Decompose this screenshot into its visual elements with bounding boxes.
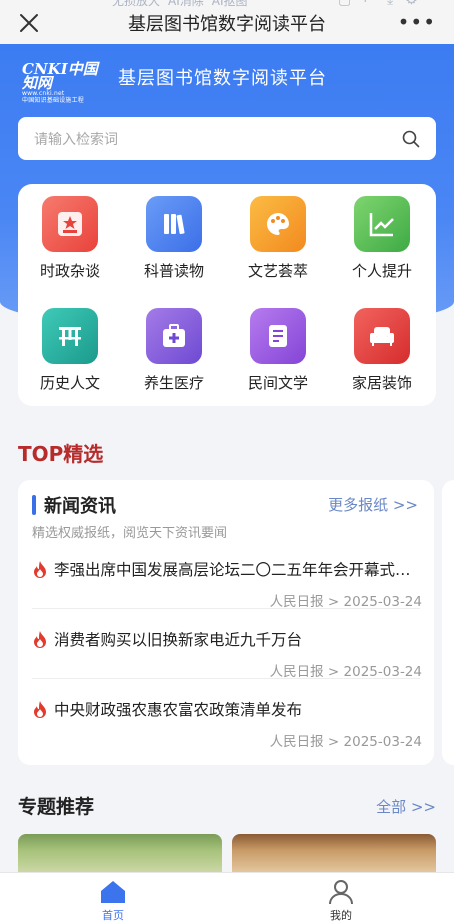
palette-icon [250,196,306,252]
nav-mine[interactable]: 我的 [311,879,371,923]
news-headline: 中央财政强农惠农富农政策清单发布 [54,701,303,719]
crop-icon[interactable]: ⌐ [363,0,375,8]
category-label: 科普读物 [143,262,204,280]
next-card-peek[interactable] [442,480,454,765]
category-label: 时政杂谈 [39,262,100,280]
category-label: 民间文学 [247,374,308,392]
more-newspapers-link[interactable]: 更多报纸 >> [328,494,418,515]
document-icon [250,308,306,364]
medkit-icon [146,308,202,364]
divider [32,678,420,679]
news-item[interactable]: 李强出席中国发展高层论坛二〇二五年年会开幕式并发表主旨演讲 人民日报 > 202… [32,558,422,610]
topic-thumbnail[interactable] [18,834,222,874]
overlay-mini-icons: ▢ ⌐ ⤓ ⚙ [338,0,418,8]
category-label: 文艺荟萃 [247,262,308,280]
politics-icon [42,196,98,252]
logo-url: www.cnki.net [22,90,65,97]
news-headline: 李强出席中国发展高层论坛二〇二五年年会开幕式并发表主旨演讲 [54,561,414,579]
news-meta: 人民日报 > 2025-03-24 [269,594,422,610]
pavilion-icon [42,308,98,364]
logo-main: CNKI中国知网 [22,60,98,92]
news-card-header: 新闻资讯 [32,492,116,518]
news-headline: 消费者购买以旧换新家电近九千万台 [54,631,303,649]
growth-chart-icon [354,196,410,252]
fire-icon [34,561,46,578]
tool-ai-erase[interactable]: AI消除 [168,0,204,9]
search-icon[interactable] [402,130,420,148]
category-home-decor[interactable]: 家居装饰 [332,308,432,408]
category-grid: 时政杂谈 科普读物 文艺荟萃 个人提升 历史人文 养生医疗 民间文学 家居装饰 [18,184,436,406]
topic-section-title: 专题推荐 [18,796,95,818]
news-item[interactable]: 中央财政强农惠农富农政策清单发布 人民日报 > 2025-03-24 [32,698,422,750]
category-label: 养生医疗 [143,374,204,392]
news-meta: 人民日报 > 2025-03-24 [269,664,422,680]
category-history[interactable]: 历史人文 [20,308,120,408]
search-placeholder: 请输入检索词 [34,131,118,148]
platform-title: 基层图书馆数字阅读平台 [118,68,327,89]
category-politics[interactable]: 时政杂谈 [20,196,120,296]
books-icon [146,196,202,252]
tool-ai-cutout[interactable]: AI抠图 [212,0,248,9]
nav-home-label: 首页 [102,909,124,922]
sofa-icon [354,308,410,364]
nav-mine-label: 我的 [330,909,352,922]
news-item[interactable]: 消费者购买以旧换新家电近九千万台 人民日报 > 2025-03-24 [32,628,422,680]
category-label: 历史人文 [39,374,100,392]
news-meta: 人民日报 > 2025-03-24 [269,734,422,750]
tool-upscale[interactable]: 无损放大 [112,0,160,9]
fire-icon [34,631,46,648]
divider [32,608,420,609]
news-card-subtitle: 精选权威报纸，阅览天下资讯要闻 [32,526,228,541]
top-section-title: TOP精选 [18,442,104,466]
category-label: 个人提升 [351,262,412,280]
cnki-logo: CNKI中国知网 www.cnki.net 中国知识基础设施工程 [22,60,98,105]
logo-sub: 中国知识基础设施工程 [22,97,85,104]
bottom-nav: 首页 我的 [0,872,454,923]
category-self-improve[interactable]: 个人提升 [332,196,432,296]
category-health[interactable]: 养生医疗 [124,308,224,408]
category-folk-literature[interactable]: 民间文学 [228,308,328,408]
category-arts[interactable]: 文艺荟萃 [228,196,328,296]
title-accent-bar [32,495,36,515]
news-card-title: 新闻资讯 [44,496,116,517]
download-icon[interactable]: ⤓ [387,0,393,8]
search-input[interactable]: 请输入检索词 [18,117,436,160]
page-title: 基层图书馆数字阅读平台 [128,14,326,35]
category-science[interactable]: 科普读物 [124,196,224,296]
browser-toolbar: 无损放大 AI消除 AI抠图 ▢ ⌐ ⤓ ⚙ 基层图书馆数字阅读平台 ••• [0,0,454,44]
topic-thumbnail[interactable] [232,834,436,874]
overlay-tools: 无损放大 AI消除 AI抠图 [112,0,248,9]
user-icon [329,880,353,905]
home-icon [101,881,125,903]
settings-icon[interactable]: ⚙ [405,0,418,8]
news-card: 新闻资讯 更多报纸 >> 精选权威报纸，阅览天下资讯要闻 李强出席中国发展高层论… [18,480,434,765]
fire-icon [34,701,46,718]
image-icon[interactable]: ▢ [338,0,351,8]
all-topics-link[interactable]: 全部 >> [376,796,436,817]
category-label: 家居装饰 [351,374,412,392]
more-menu-button[interactable]: ••• [398,10,436,34]
nav-home[interactable]: 首页 [83,879,143,923]
